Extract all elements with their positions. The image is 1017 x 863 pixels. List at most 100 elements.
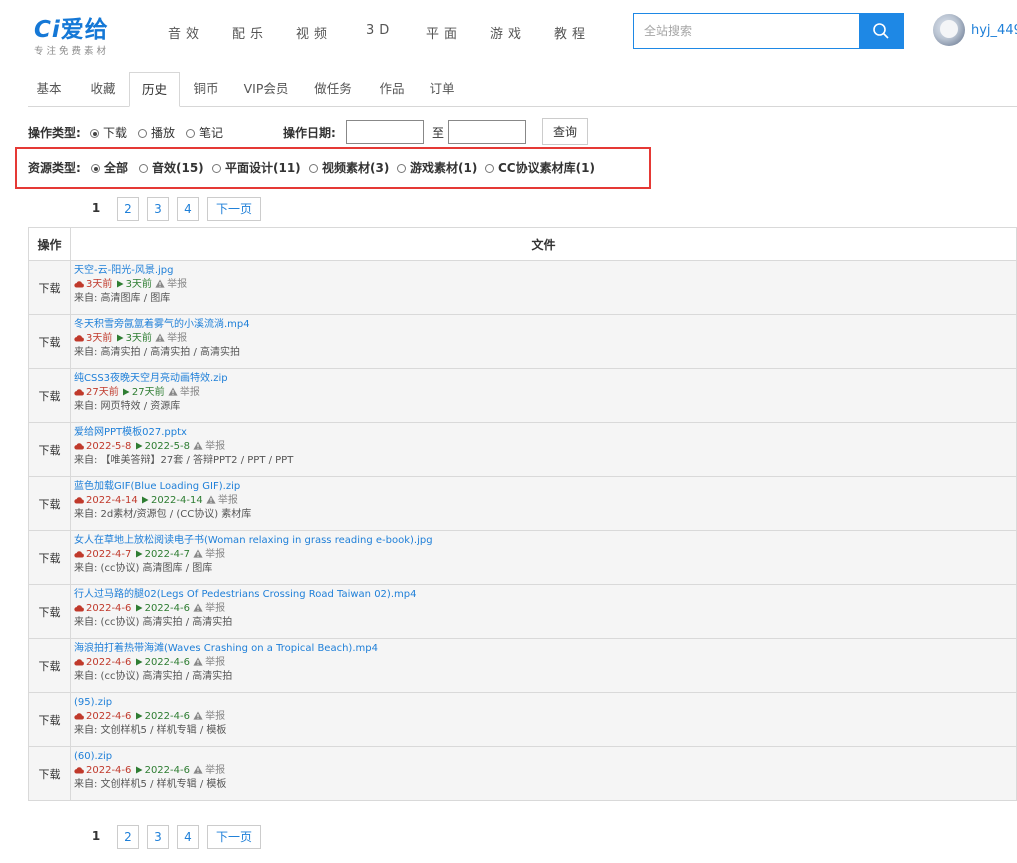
report-link[interactable]: 举报 bbox=[167, 279, 187, 290]
radio-label: 播放 bbox=[151, 126, 176, 140]
op-type-label: 操作类型: bbox=[28, 126, 81, 140]
file-cell: 冬天积雪旁氤氲着雾气的小溪流淌.mp4 3天前 3天前 举报 来自: 高清实拍 / … bbox=[70, 314, 1017, 369]
avatar[interactable] bbox=[933, 14, 965, 46]
page-link[interactable]: 3 bbox=[147, 825, 169, 849]
download-time: 2022-4-6 bbox=[86, 657, 132, 668]
date-end-input[interactable] bbox=[448, 120, 526, 144]
radio-dot bbox=[138, 129, 147, 138]
radio-label: 游戏素材(1) bbox=[410, 161, 478, 175]
report-link[interactable]: 举报 bbox=[205, 657, 225, 668]
warning-icon bbox=[193, 603, 203, 612]
file-name-link[interactable]: 爱给网PPT模板027.pptx bbox=[74, 426, 1016, 440]
op-type-note-radio[interactable]: 笔记 bbox=[186, 124, 223, 141]
download-action-button[interactable]: 下载 bbox=[28, 314, 71, 369]
page-link[interactable]: 4 bbox=[177, 197, 199, 221]
tab-vip[interactable]: VIP会员 bbox=[237, 72, 295, 107]
next-page-button[interactable]: 下一页 bbox=[207, 825, 261, 849]
res-type-sound-radio[interactable]: 音效(15) bbox=[139, 159, 204, 176]
table-row: 下载 天空-云-阳光-风景.jpg 3天前 3天前 举报 来自: 高清图库 / 图库 bbox=[28, 260, 1017, 315]
op-type-download-radio[interactable]: 下载 bbox=[90, 124, 127, 141]
res-type-cc-radio[interactable]: CC协议素材库(1) bbox=[485, 159, 595, 176]
logo-tagline: 专注免费素材 bbox=[34, 46, 110, 57]
report-link[interactable]: 举报 bbox=[218, 495, 238, 506]
page-link[interactable]: 2 bbox=[117, 825, 139, 849]
radio-dot bbox=[139, 164, 148, 173]
tab-coins[interactable]: 铜币 bbox=[185, 72, 227, 107]
res-type-game-radio[interactable]: 游戏素材(1) bbox=[397, 159, 477, 176]
file-name-link[interactable]: 行人过马路的腿02(Legs Of Pedestrians Crossing R… bbox=[74, 588, 1016, 602]
report-link[interactable]: 举报 bbox=[205, 711, 225, 722]
nav-item-music[interactable]: 配乐 bbox=[232, 23, 268, 42]
file-source: 来自: 【唯美答辩】27套 / 答辩PPT2 / PPT / PPT bbox=[74, 455, 294, 466]
page-link[interactable]: 4 bbox=[177, 825, 199, 849]
query-button[interactable]: 查询 bbox=[542, 118, 588, 145]
download-action-button[interactable]: 下载 bbox=[28, 638, 71, 693]
page-link[interactable]: 2 bbox=[117, 197, 139, 221]
cloud-download-icon bbox=[74, 281, 84, 288]
download-time: 3天前 bbox=[86, 333, 113, 344]
search-button[interactable] bbox=[859, 13, 904, 49]
report-link[interactable]: 举报 bbox=[205, 603, 225, 614]
file-name-link[interactable]: 蓝色加载GIF(Blue Loading GIF).zip bbox=[74, 480, 1016, 494]
res-type-video-radio[interactable]: 视频素材(3) bbox=[309, 159, 389, 176]
table-row: 下载 海浪拍打着热带海滩(Waves Crashing on a Tropical… bbox=[28, 638, 1017, 693]
tab-history[interactable]: 历史 bbox=[129, 72, 180, 107]
file-cell: 天空-云-阳光-风景.jpg 3天前 3天前 举报 来自: 高清图库 / 图库 bbox=[70, 260, 1017, 315]
op-type-play-radio[interactable]: 播放 bbox=[138, 124, 175, 141]
history-table: 操作 文件 下载 天空-云-阳光-风景.jpg 3天前 3天前 举报 来自: 高清图库… bbox=[28, 227, 1017, 801]
site-logo[interactable]: Ci爱给 专注免费素材 bbox=[34, 10, 144, 60]
file-name-link[interactable]: 天空-云-阳光-风景.jpg bbox=[74, 264, 1016, 278]
tab-orders[interactable]: 订单 bbox=[422, 72, 462, 107]
file-name-link[interactable]: 女人在草地上放松阅读电子书(Woman relaxing in grass re… bbox=[74, 534, 1016, 548]
res-type-graphic-radio[interactable]: 平面设计(11) bbox=[212, 159, 301, 176]
report-link[interactable]: 举报 bbox=[205, 549, 225, 560]
nav-item-3d[interactable]: 3D bbox=[366, 23, 394, 38]
page-link[interactable]: 3 bbox=[147, 197, 169, 221]
nav-item-tutorial[interactable]: 教程 bbox=[554, 23, 590, 42]
file-meta: 2022-4-7 2022-4-7 举报 bbox=[74, 548, 1016, 562]
file-cell: 爱给网PPT模板027.pptx 2022-5-8 2022-5-8 举报 来自: … bbox=[70, 422, 1017, 477]
download-action-button[interactable]: 下载 bbox=[28, 368, 71, 423]
download-action-button[interactable]: 下载 bbox=[28, 530, 71, 585]
play-time: 2022-4-6 bbox=[144, 603, 190, 614]
avatar-image bbox=[940, 20, 958, 38]
report-link[interactable]: 举报 bbox=[180, 387, 200, 398]
report-link[interactable]: 举报 bbox=[205, 765, 225, 776]
download-time: 2022-4-6 bbox=[86, 765, 132, 776]
file-name-link[interactable]: (60).zip bbox=[74, 750, 1016, 764]
next-page-button[interactable]: 下一页 bbox=[207, 197, 261, 221]
file-meta: 2022-4-6 2022-4-6 举报 bbox=[74, 602, 1016, 616]
download-time: 27天前 bbox=[86, 387, 119, 398]
tab-favorites[interactable]: 收藏 bbox=[78, 72, 128, 107]
report-link[interactable]: 举报 bbox=[205, 441, 225, 452]
tab-works[interactable]: 作品 bbox=[372, 72, 412, 107]
username-link[interactable]: hyj_449. bbox=[971, 23, 1017, 38]
file-name-link[interactable]: (95).zip bbox=[74, 696, 1016, 710]
nav-item-graphic[interactable]: 平面 bbox=[426, 23, 462, 42]
download-action-button[interactable]: 下载 bbox=[28, 476, 71, 531]
file-name-link[interactable]: 纯CSS3夜晚天空月亮动画特效.zip bbox=[74, 372, 1016, 386]
file-cell: 海浪拍打着热带海滩(Waves Crashing on a Tropical B… bbox=[70, 638, 1017, 693]
search-input[interactable] bbox=[633, 13, 860, 49]
download-action-button[interactable]: 下载 bbox=[28, 584, 71, 639]
play-icon bbox=[135, 550, 143, 558]
report-link[interactable]: 举报 bbox=[167, 333, 187, 344]
nav-item-sound[interactable]: 音效 bbox=[168, 23, 204, 42]
tab-basic[interactable]: 基本 bbox=[28, 72, 70, 107]
play-time: 2022-5-8 bbox=[144, 441, 190, 452]
nav-item-game[interactable]: 游戏 bbox=[490, 23, 526, 42]
res-type-all-radio[interactable]: 全部 bbox=[91, 159, 128, 176]
download-action-button[interactable]: 下载 bbox=[28, 422, 71, 477]
file-name-link[interactable]: 冬天积雪旁氤氲着雾气的小溪流淌.mp4 bbox=[74, 318, 1016, 332]
download-time: 2022-4-7 bbox=[86, 549, 132, 560]
download-action-button[interactable]: 下载 bbox=[28, 260, 71, 315]
file-meta: 3天前 3天前 举报 bbox=[74, 332, 1016, 346]
file-name-link[interactable]: 海浪拍打着热带海滩(Waves Crashing on a Tropical B… bbox=[74, 642, 1016, 656]
date-start-input[interactable] bbox=[346, 120, 424, 144]
nav-item-video[interactable]: 视频 bbox=[296, 23, 332, 42]
download-action-button[interactable]: 下载 bbox=[28, 746, 71, 801]
radio-label: 视频素材(3) bbox=[322, 161, 390, 175]
download-action-button[interactable]: 下载 bbox=[28, 692, 71, 747]
tab-tasks[interactable]: 做任务 bbox=[308, 72, 358, 107]
file-source: 来自: 高清实拍 / 高清实拍 / 高清实拍 bbox=[74, 347, 241, 358]
